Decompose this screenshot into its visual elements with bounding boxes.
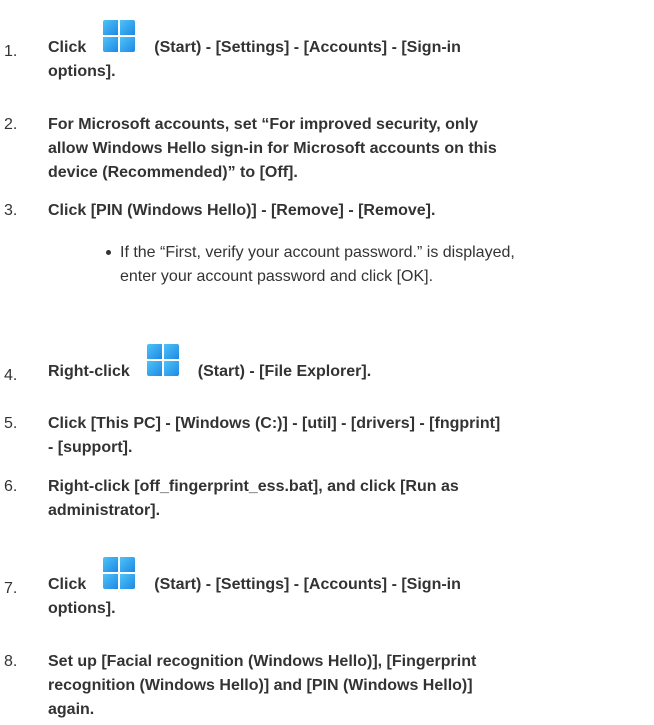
step-line-2: options]. [48,63,116,80]
step-number: 6. [4,478,18,495]
note-line-2: enter your account password and click [O… [120,268,434,285]
step-line-2: options]. [48,600,116,617]
step-text: Click (Start) - [Settings] - [Accounts] -… [48,16,648,84]
step-text: Right-click [off_fingerprint_ess.bat], a… [48,475,648,523]
step-line-3: again. [48,701,95,718]
step-number: 5. [4,415,18,432]
note-line-1: If the “First, verify your account passw… [120,244,515,261]
step-prefix: Click [48,39,87,56]
step-line-2: - [support]. [48,439,133,456]
step-line-2: administrator]. [48,502,161,519]
step-text: Set up [Facial recognition (Windows Hell… [48,650,648,722]
step-number: 1. [4,43,18,60]
step-line-1: For Microsoft accounts, set “For improve… [48,116,479,133]
step-number: 2. [4,116,18,133]
windows-start-icon [92,553,148,597]
step-text: For Microsoft accounts, set “For improve… [48,113,648,185]
bullet-icon [106,250,111,255]
step-number: 3. [4,202,18,219]
step-line-2: recognition (Windows Hello)] and [PIN (W… [48,677,473,694]
step-number: 8. [4,653,18,670]
step-line-3: device (Recommended)” to [Off]. [48,164,298,181]
step-prefix: Click [48,576,87,593]
windows-start-icon [92,16,148,60]
step-number: 4. [4,367,18,384]
step-suffix: (Start) - [Settings] - [Accounts] - [Sig… [154,39,461,56]
step-note: If the “First, verify your account passw… [106,241,645,289]
step-prefix: Right-click [48,363,130,380]
step-number: 7. [4,580,18,597]
step-line-2: allow Windows Hello sign-in for Microsof… [48,140,497,157]
step-text: Click (Start) - [Settings] - [Accounts] -… [48,553,648,621]
windows-start-icon [136,340,192,384]
step-line-1: Click [This PC] - [Windows (C:)] - [util… [48,415,501,432]
step-suffix: (Start) - [File Explorer]. [197,363,372,380]
step-text: Right-click (Start) - [File Explorer]. [48,340,648,384]
step-suffix: (Start) - [Settings] - [Accounts] - [Sig… [154,576,461,593]
step-line-1: Set up [Facial recognition (Windows Hell… [48,653,477,670]
step-text: Click [PIN (Windows Hello)] - [Remove] -… [48,202,436,219]
step-text: Click [This PC] - [Windows (C:)] - [util… [48,412,648,460]
step-line-1: Right-click [off_fingerprint_ess.bat], a… [48,478,459,495]
